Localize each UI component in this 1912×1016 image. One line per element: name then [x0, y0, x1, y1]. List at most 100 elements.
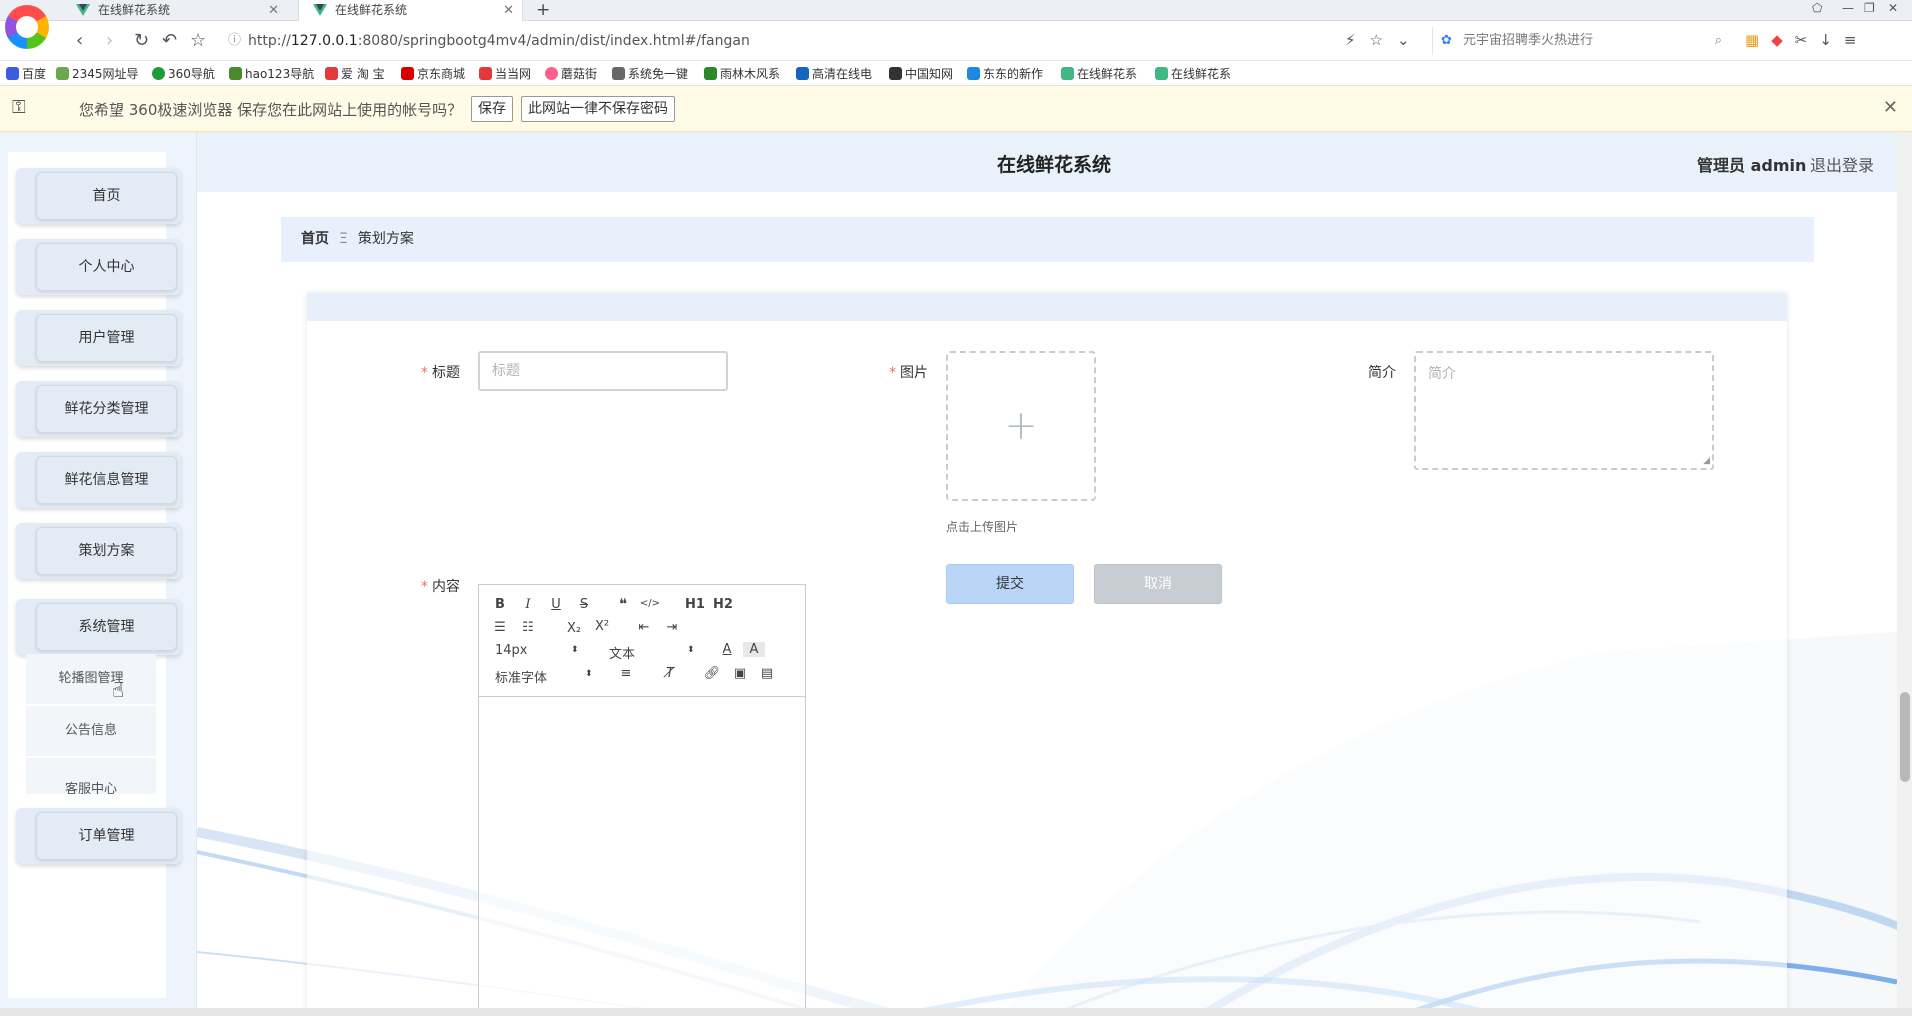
- app-header: 在线鲜花系统 管理员 admin 退出登录: [197, 132, 1897, 192]
- save-password-button[interactable]: 保存: [471, 96, 513, 122]
- background-color-icon[interactable]: A: [743, 642, 765, 657]
- submenu-item-notice[interactable]: 公告信息: [26, 706, 156, 756]
- blockquote-icon[interactable]: ❝: [612, 595, 634, 613]
- bookmark-item[interactable]: 爱 淘 宝: [325, 65, 385, 82]
- image-icon[interactable]: ▣: [729, 666, 751, 681]
- code-block-icon[interactable]: </>: [639, 598, 661, 609]
- scissors-icon[interactable]: ✂: [1795, 31, 1820, 49]
- url-action-icons[interactable]: ⚡☆⌄: [1345, 31, 1424, 49]
- game-icon[interactable]: ◆: [1771, 31, 1795, 49]
- new-tab-button[interactable]: +: [536, 0, 550, 20]
- form-card-header: [307, 293, 1787, 321]
- page-scrollbar[interactable]: [1897, 132, 1912, 1016]
- font-family-select[interactable]: 标准字体 ⬍: [495, 667, 595, 686]
- underline-icon[interactable]: U: [545, 597, 567, 612]
- browser-tab-active[interactable]: 在线鲜花系统 ✕: [298, 0, 523, 21]
- align-icon[interactable]: ≡: [615, 666, 637, 681]
- bookmark-item[interactable]: 京东商城: [401, 65, 465, 82]
- font-size-select[interactable]: 14px ⬍: [495, 643, 580, 658]
- header-select[interactable]: 文本 ⬍: [609, 643, 695, 662]
- heading2-icon[interactable]: H2: [712, 597, 734, 612]
- outdent-icon[interactable]: ⇤: [633, 620, 655, 635]
- bookmark-item[interactable]: 高清在线电: [796, 65, 872, 82]
- download-icon[interactable]: ↓: [1819, 31, 1844, 49]
- bookmark-star-icon[interactable]: ☆: [1370, 31, 1397, 49]
- app-title: 在线鲜花系统: [997, 154, 1112, 176]
- sidebar-item-home[interactable]: 首页: [16, 168, 181, 224]
- bookmark-item[interactable]: 东东的新作: [967, 65, 1043, 82]
- tab-close-icon[interactable]: ✕: [268, 0, 279, 21]
- browser-logo-icon[interactable]: [5, 5, 49, 49]
- bookmark-item[interactable]: 雨林木风系: [704, 65, 780, 82]
- link-icon[interactable]: 🔗︎: [701, 666, 723, 681]
- font-color-icon[interactable]: A: [716, 642, 738, 657]
- shirt-skin-icon[interactable]: ⬠: [1812, 1, 1822, 15]
- url-field[interactable]: ⓘ http://127.0.0.1:8080/springbootg4mv4/…: [224, 27, 1404, 55]
- logout-button[interactable]: 退出登录: [1810, 152, 1874, 176]
- search-engine-icon[interactable]: ✿: [1441, 27, 1452, 55]
- resize-grip-icon[interactable]: ◢: [1703, 456, 1710, 466]
- lightning-icon[interactable]: ⚡: [1345, 31, 1370, 49]
- toolbar-icons[interactable]: ▦◆✂↓≡: [1745, 31, 1868, 49]
- sidebar-item-plan[interactable]: 策划方案: [16, 523, 181, 579]
- apps-grid-icon[interactable]: ▦: [1745, 31, 1771, 49]
- minimize-icon[interactable]: —: [1842, 1, 1854, 15]
- bookmark-item[interactable]: 蘑菇街: [545, 65, 597, 82]
- bookmark-item[interactable]: 系统免一键: [612, 65, 688, 82]
- sidebar-item-orders[interactable]: 订单管理: [16, 808, 181, 864]
- strikethrough-icon[interactable]: S: [573, 597, 595, 612]
- italic-icon[interactable]: I: [517, 597, 539, 612]
- cancel-button[interactable]: 取消: [1094, 564, 1222, 604]
- close-icon[interactable]: ✕: [1883, 97, 1898, 118]
- undo-icon[interactable]: ↶: [162, 30, 177, 51]
- bookmark-item[interactable]: 当当网: [479, 65, 531, 82]
- clear-format-icon[interactable]: T̸: [659, 666, 681, 681]
- scrollbar-thumb[interactable]: [1900, 692, 1910, 782]
- submit-button[interactable]: 提交: [946, 564, 1074, 604]
- bookmark-item[interactable]: 中国知网: [889, 65, 953, 82]
- image-label: * 图片: [889, 365, 928, 381]
- breadcrumb-home[interactable]: 首页: [301, 231, 329, 247]
- bookmark-item[interactable]: 360导航: [152, 65, 215, 82]
- bold-icon[interactable]: B: [489, 597, 511, 612]
- video-icon[interactable]: ▤: [756, 666, 778, 681]
- bookmark-icon: [229, 67, 242, 80]
- intro-textarea[interactable]: 简介 ◢: [1414, 351, 1714, 470]
- title-input[interactable]: 标题: [478, 351, 728, 391]
- indent-icon[interactable]: ⇥: [661, 620, 683, 635]
- heading1-icon[interactable]: H1: [684, 597, 706, 612]
- bookmark-item[interactable]: 在线鲜花系: [1155, 65, 1231, 82]
- bookmark-icon: [796, 67, 809, 80]
- search-icon[interactable]: ⌕: [1715, 27, 1722, 55]
- bookmark-item[interactable]: 2345网址导: [56, 65, 139, 82]
- close-window-icon[interactable]: ✕: [1888, 1, 1898, 15]
- never-save-password-button[interactable]: 此网站一律不保存密码: [521, 96, 675, 122]
- sidebar-item-flower-info[interactable]: 鲜花信息管理: [16, 452, 181, 508]
- back-icon[interactable]: ‹: [76, 30, 83, 51]
- bookmark-item[interactable]: 百度: [6, 65, 46, 82]
- forward-icon[interactable]: ›: [106, 30, 113, 51]
- browser-tab[interactable]: 在线鲜花系统 ✕: [62, 0, 287, 21]
- favorite-star-icon[interactable]: ☆: [190, 30, 206, 51]
- submenu-item-carousel[interactable]: 轮播图管理: [26, 654, 156, 704]
- reload-icon[interactable]: ↻: [134, 30, 149, 51]
- bookmark-item[interactable]: hao123导航: [229, 65, 314, 82]
- restore-icon[interactable]: ❐: [1864, 1, 1875, 15]
- subscript-icon[interactable]: X₂: [563, 621, 585, 636]
- sidebar-item-system[interactable]: 系统管理: [16, 599, 181, 655]
- image-upload[interactable]: +: [946, 351, 1096, 501]
- bullet-list-icon[interactable]: ☷: [517, 620, 539, 635]
- submenu-item-service[interactable]: 客服中心: [26, 758, 156, 794]
- bookmark-item[interactable]: 在线鲜花系: [1061, 65, 1137, 82]
- search-box[interactable]: ✿ 元宇宙招聘季火热进行 ⌕: [1432, 27, 1732, 55]
- site-info-icon[interactable]: ⓘ: [228, 27, 241, 55]
- sidebar-item-profile[interactable]: 个人中心: [16, 239, 181, 295]
- superscript-icon[interactable]: X²: [591, 619, 613, 634]
- menu-icon[interactable]: ≡: [1844, 31, 1869, 49]
- rich-text-editor[interactable]: B I U S ❝ </> H1 H2 ☰ ☷ X₂ X² ⇤ ⇥ 14px ⬍ …: [478, 584, 806, 1016]
- sidebar-item-users[interactable]: 用户管理: [16, 310, 181, 366]
- ordered-list-icon[interactable]: ☰: [489, 620, 511, 635]
- dropdown-icon[interactable]: ⌄: [1397, 31, 1424, 49]
- sidebar-item-flower-category[interactable]: 鲜花分类管理: [16, 381, 181, 437]
- tab-close-icon[interactable]: ✕: [503, 0, 514, 21]
